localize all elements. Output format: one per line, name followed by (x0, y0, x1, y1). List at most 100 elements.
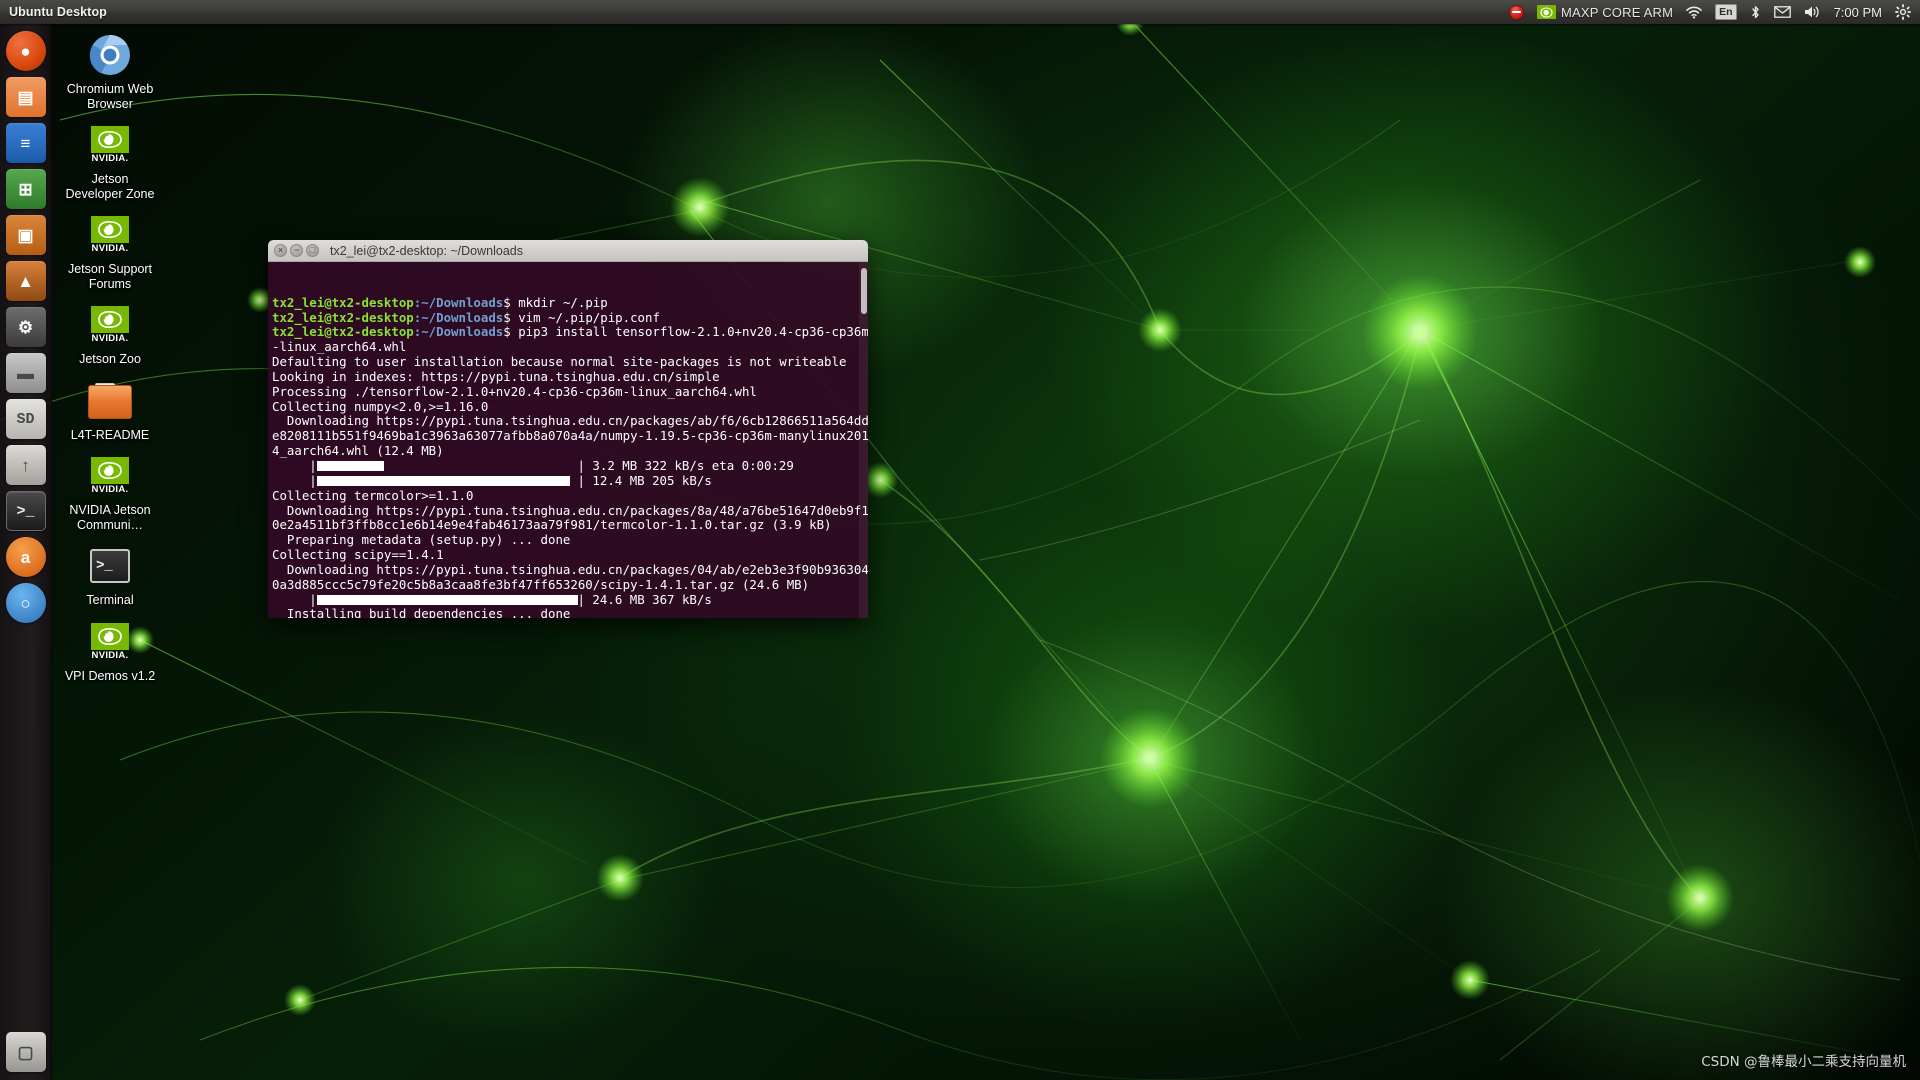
terminal-line: | | 24.6 MB 367 kB/s (272, 591, 868, 608)
software-bag-icon: ▲ (17, 271, 34, 291)
terminal-line: Downloading https://pypi.tuna.tsinghua.e… (272, 414, 868, 429)
top-panel: Ubuntu Desktop MAXP CORE ARM En 7:00 PM (0, 0, 1920, 24)
desktop-icon-art (88, 376, 132, 426)
clock[interactable]: 7:00 PM (1831, 0, 1885, 24)
launcher-system-settings[interactable]: ⚙ (5, 307, 46, 347)
terminal-line: -linux_aarch64.whl (272, 339, 868, 355)
terminal-line: e8208111b551f9469ba1c3963a63077afbb8a070… (272, 428, 868, 444)
nvidia-eye-square (91, 306, 129, 333)
launcher-terminal[interactable]: >_ (5, 491, 46, 531)
terminal-titlebar[interactable]: × − □ tx2_lei@tx2-desktop: ~/Downloads (268, 240, 868, 262)
system-tray: MAXP CORE ARM En 7:00 PM (1506, 0, 1920, 24)
maximize-icon[interactable]: □ (306, 244, 319, 257)
terminal-window[interactable]: × − □ tx2_lei@tx2-desktop: ~/Downloads t… (268, 240, 868, 618)
desktop-icon-art: NVIDIA. (87, 300, 134, 350)
envelope-icon[interactable] (1771, 0, 1794, 24)
terminal-line: | | 12.4 MB 205 kB/s (272, 472, 868, 489)
launcher-trash[interactable]: ▢ (5, 1032, 46, 1072)
nvidia-logo-icon: NVIDIA. (87, 457, 134, 495)
terminal-output-line: Collecting scipy==1.4.1 (272, 547, 444, 563)
desktop-icon-jetson-developer-zone[interactable]: NVIDIA. Jetson Developer Zone (62, 120, 158, 201)
terminal-output-line: Downloading https://pypi.tuna.tsinghua.e… (272, 561, 868, 577)
desktop-icon-l4t-readme[interactable]: L4T-README (62, 376, 158, 443)
desktop-icon-nvidia-jetson-community[interactable]: NVIDIA. NVIDIA Jetson Communi… (62, 451, 158, 532)
terminal-progress-bar (316, 475, 571, 486)
folder-body (88, 384, 132, 419)
terminal-progress-bar (316, 460, 384, 471)
terminal-progress-prefix: | (272, 472, 317, 488)
launcher-ubuntu-software[interactable]: ▲ (5, 261, 46, 301)
nvidia-eye-glyph (98, 310, 122, 329)
bluetooth-icon[interactable] (1747, 0, 1764, 24)
desktop-icon-label: Jetson Support Forums (67, 262, 153, 291)
terminal-line: tx2_lei@tx2-desktop:~/Downloads$ mkdir ~… (272, 294, 868, 311)
desktop-icon-art: NVIDIA. (87, 451, 134, 501)
terminal-body[interactable]: tx2_lei@tx2-desktop:~/Downloads$ mkdir ~… (268, 262, 868, 618)
terminal-line: 4_aarch64.whl (12.4 MB) (272, 443, 868, 459)
terminal-line: Downloading https://pypi.tuna.tsinghua.e… (272, 561, 868, 578)
gear-glyph (1895, 4, 1911, 20)
terminal-progress-prefix: | (272, 591, 317, 607)
desktop-icon-chromium[interactable]: Chromium Web Browser (62, 30, 158, 111)
nvidia-wordmark: NVIDIA. (91, 649, 129, 661)
launcher-usb-drive[interactable]: ↑ (5, 445, 46, 485)
gear-icon[interactable] (1892, 0, 1914, 24)
desktop: Ubuntu Desktop MAXP CORE ARM En 7:00 PM … (0, 0, 1920, 1080)
keyboard-layout-indicator[interactable]: En (1712, 0, 1739, 24)
nvidia-eye-glyph (1540, 6, 1553, 18)
terminal-output-line: Installing build dependencies ... done (272, 606, 571, 618)
launcher-libreoffice-calc[interactable]: ⊞ (5, 169, 46, 209)
launcher-libreoffice-writer[interactable]: ≡ (5, 123, 46, 163)
desktop-icon-art (89, 30, 131, 80)
terminal-line: tx2_lei@tx2-desktop:~/Downloads$ pip3 in… (272, 324, 868, 340)
spreadsheet-icon: ⊞ (18, 179, 33, 199)
terminal-line: Processing ./tensorflow-2.1.0+nv20.4-cp3… (272, 384, 868, 400)
desktop-icon-vpi-demos[interactable]: NVIDIA. VPI Demos v1.2 (62, 617, 158, 684)
chromium-icon: ○ (20, 593, 31, 613)
terminal-progress-bar (316, 594, 578, 605)
launcher-sd-card[interactable]: SD (5, 399, 46, 439)
close-icon[interactable]: × (274, 244, 287, 257)
terminal-progress-prefix: | (272, 457, 317, 473)
volume-icon[interactable] (1801, 0, 1824, 24)
clock-label: 7:00 PM (1833, 4, 1882, 20)
nvidia-wordmark: NVIDIA. (91, 153, 129, 164)
nvidia-eye-icon[interactable]: MAXP CORE ARM (1534, 0, 1676, 24)
nvidia-eye-glyph (98, 627, 122, 645)
wifi-glyph (1686, 6, 1702, 19)
launcher-files[interactable]: ▤ (5, 77, 46, 117)
launcher-chromium[interactable]: ○ (5, 583, 46, 623)
ubuntu-logo-icon: ● (20, 41, 31, 61)
desktop-icon-label: NVIDIA Jetson Communi… (69, 503, 151, 532)
launcher-ubuntu-dash[interactable]: ● (5, 31, 46, 71)
hard-disk-icon: ▬ (17, 363, 34, 383)
minimize-icon[interactable]: − (290, 244, 303, 257)
bluetooth-glyph (1751, 5, 1759, 18)
power-mode-label: MAXP CORE ARM (1560, 4, 1674, 20)
terminal-prompt-user: tx2_lei@tx2-desktop (272, 294, 414, 310)
launcher-disk[interactable]: ▬ (5, 353, 46, 393)
desktop-icon-art: NVIDIA. (87, 120, 134, 170)
presentation-icon: ▣ (17, 225, 34, 245)
wifi-icon[interactable] (1683, 0, 1705, 24)
terminal-output-line: 4_aarch64.whl (12.4 MB) (272, 443, 444, 459)
terminal-command: $ pip3 install tensorflow-2.1.0+nv20.4-c… (503, 324, 868, 340)
desktop-icon-grid: Chromium Web Browser NVIDIA. Jetson Develo… (62, 30, 158, 692)
desktop-icon-label: Jetson Zoo (79, 352, 141, 366)
sd-card-icon: SD (16, 410, 35, 428)
nvidia-logo-icon: NVIDIA. (87, 126, 134, 164)
terminal-scrollbar[interactable] (859, 262, 868, 618)
desktop-icon-jetson-zoo[interactable]: NVIDIA. Jetson Zoo (62, 300, 158, 367)
terminal-prompt-user: tx2_lei@tx2-desktop (272, 324, 414, 340)
terminal-output-line: 0e2a4511bf3ffb8cc1e6b14e9e4fab46173aa79f… (272, 517, 832, 533)
desktop-icon-terminal[interactable]: >_ Terminal (62, 541, 158, 608)
chromium-glyph (89, 35, 130, 75)
desktop-icon-jetson-support-forums[interactable]: NVIDIA. Jetson Support Forums (62, 210, 158, 291)
stop-icon[interactable] (1506, 0, 1527, 24)
folder-icon (88, 382, 132, 419)
terminal-line: Collecting numpy<2.0,>=1.16.0 (272, 399, 868, 415)
terminal-scrollbar-thumb[interactable] (861, 268, 867, 314)
launcher-libreoffice-impress[interactable]: ▣ (5, 215, 46, 255)
launcher-amazon[interactable]: a (5, 537, 46, 577)
terminal-icon: >_ (90, 549, 130, 583)
